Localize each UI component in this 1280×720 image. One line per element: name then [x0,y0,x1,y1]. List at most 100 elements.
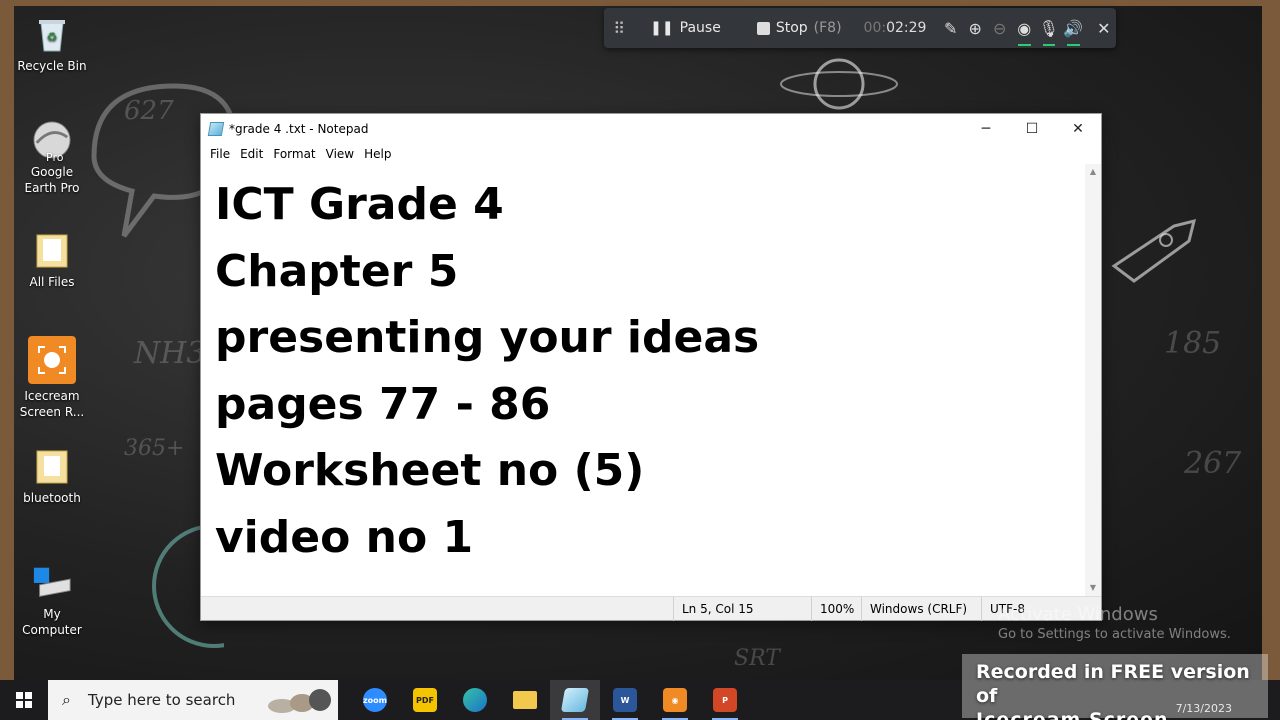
svg-text:♻: ♻ [47,30,58,44]
zoom-out-icon[interactable]: ⊖ [987,19,1012,38]
menu-format[interactable]: Format [268,147,320,161]
search-highlight-stones-icon [268,689,331,713]
desktop-icon-label: Recycle Bin [17,59,87,73]
folder-icon [32,446,72,486]
taskbar-app-icecream[interactable]: ◉ [650,680,700,720]
status-bar: Ln 5, Col 15 100% Windows (CRLF) UTF-8 [201,596,1101,621]
speaker-icon[interactable]: 🔊 [1061,19,1086,46]
pause-label: Pause [679,20,721,36]
notepad-app-icon [207,122,225,136]
taskbar-app-zoom[interactable]: zoom [350,680,400,720]
menu-edit[interactable]: Edit [235,147,268,161]
word-icon: W [613,688,637,712]
pause-icon: ❚❚ [650,20,674,36]
recorder-toolbar: ⠿ ❚❚ Pause Stop (F8) 00:02:29 ✎ ⊕ ⊖ ◉ 🎙 … [604,8,1116,48]
timer-value: 02:29 [886,20,927,36]
search-icon: ⌕ [62,690,71,709]
activate-windows-watermark: Activate Windows Go to Settings to activ… [998,604,1231,642]
stop-shortcut: (F8) [813,20,842,36]
activate-title: Activate Windows [998,604,1158,625]
desktop-icon-bluetooth[interactable]: bluetooth [14,446,90,506]
text-line: Worksheet no (5) [215,445,645,496]
taskbar-app-file-explorer[interactable] [500,680,550,720]
chalk-text: SRT [734,646,780,671]
taskbar-app-powerpoint[interactable]: P [700,680,750,720]
text-line: video no 1 [215,511,474,563]
desktop-icon-label: All Files [29,275,75,289]
chalk-planet-drawing [780,58,898,110]
maximize-button[interactable]: ☐ [1009,114,1055,144]
activate-subtitle: Go to Settings to activate Windows. [998,627,1231,642]
close-button[interactable]: ✕ [1055,114,1101,144]
text-line: presenting your ideas [215,312,760,363]
chalk-text: 267 [1184,446,1242,481]
taskbar-app-word[interactable]: W [600,680,650,720]
zoom-in-icon[interactable]: ⊕ [963,19,988,38]
edge-icon [463,688,487,712]
folder-icon [513,691,537,709]
webcam-icon[interactable]: ◉ [1012,19,1037,46]
folder-icon [32,230,72,270]
stop-button[interactable]: Stop (F8) [756,20,842,36]
chalk-rocket-drawing [1111,218,1197,283]
desktop-icon-label: bluetooth [23,491,81,505]
menu-view[interactable]: View [321,147,359,161]
vertical-scrollbar[interactable]: ▲ ▼ [1085,164,1101,596]
recorder-watermark-line1: Recorded in FREE version of [976,661,1250,707]
chalk-text: NH3 [134,336,206,371]
chalk-text: 365+ [124,436,185,461]
stop-label: Stop [775,20,808,36]
microphone-icon[interactable]: 🎙 [1037,19,1062,46]
status-zoom: 100% [811,596,861,621]
menu-help[interactable]: Help [359,147,396,161]
zoom-icon: zoom [363,688,387,712]
pdf-icon: PDF [413,688,437,712]
scroll-down-icon[interactable]: ▼ [1085,580,1101,596]
recorder-watermark-line2: Icecream Screen Recorder [976,709,1169,720]
status-cursor-position: Ln 5, Col 15 [673,596,811,621]
desktop-icon-all-files[interactable]: All Files [14,230,90,290]
recording-timer: 00:02:29 [864,20,927,36]
menu-bar: File Edit Format View Help [201,144,1101,164]
desktop-icon-icecream[interactable]: Icecream Screen R... [14,336,90,420]
text-line: ICT Grade 4 [215,179,504,230]
timer-hours: 00: [863,20,887,36]
search-box[interactable]: ⌕ Type here to search [48,680,338,720]
search-placeholder: Type here to search [88,691,236,709]
powerpoint-icon: P [713,688,737,712]
desktop-icon-google-earth-pro[interactable]: Pro Google Earth Pro [14,120,90,196]
icecream-recorder-icon [28,336,76,384]
notepad-icon [560,688,590,712]
pro-badge: Pro [46,151,64,164]
text-line: pages 77 - 86 [215,378,551,430]
desktop-icon-recycle-bin[interactable]: ♻ Recycle Bin [14,14,90,74]
minimize-button[interactable]: ─ [963,114,1009,144]
close-icon[interactable]: ✕ [1092,19,1117,38]
taskbar-app-edge[interactable] [450,680,500,720]
desktop-icon-label: Google Earth Pro [24,165,80,195]
icecream-recorder-icon: ◉ [663,688,687,712]
drag-handle-icon[interactable]: ⠿ [604,19,634,38]
google-earth-icon: Pro [32,120,72,164]
windows-logo-icon [16,692,32,708]
chalk-text: 185 [1164,326,1222,361]
computer-icon [32,562,72,602]
text-editor[interactable]: ICT Grade 4 Chapter 5 presenting your id… [201,164,1085,596]
start-button[interactable] [0,680,48,720]
menu-file[interactable]: File [205,147,235,161]
pause-button[interactable]: ❚❚ Pause [650,20,721,36]
recycle-bin-icon: ♻ [32,14,72,54]
notepad-window: *grade 4 .txt - Notepad ─ ☐ ✕ File Edit … [200,113,1102,621]
window-title: *grade 4 .txt - Notepad [229,122,369,136]
desktop-icon-label: My Computer [22,607,82,637]
draw-pen-icon[interactable]: ✎ [938,19,963,38]
desktop-icon-my-computer[interactable]: My Computer [14,562,90,638]
desktop-icon-label: Icecream Screen R... [19,389,85,419]
scroll-up-icon[interactable]: ▲ [1085,164,1101,180]
taskbar-app-notepad[interactable] [550,680,600,720]
stop-icon [756,21,770,35]
recorder-watermark: Recorded in FREE version of Icecream Scr… [962,654,1268,720]
title-bar[interactable]: *grade 4 .txt - Notepad ─ ☐ ✕ [201,114,1101,144]
status-line-ending: Windows (CRLF) [861,596,981,621]
taskbar-app-pdf[interactable]: PDF [400,680,450,720]
